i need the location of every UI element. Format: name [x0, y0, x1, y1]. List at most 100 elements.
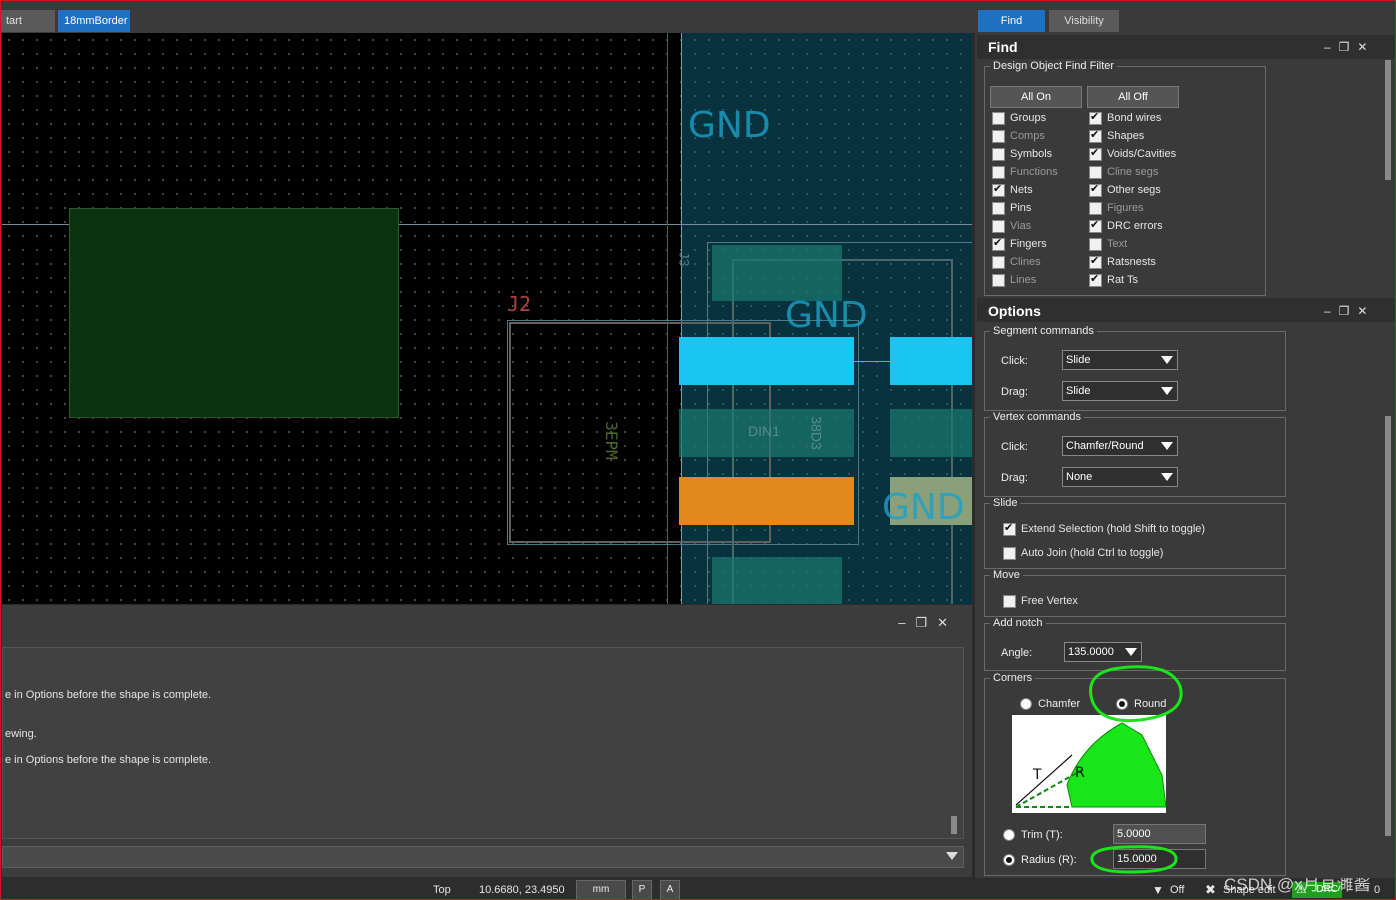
find-checkbox-fingers[interactable] — [992, 236, 1005, 251]
find-checkbox-text[interactable] — [1089, 238, 1102, 251]
pad[interactable] — [712, 245, 842, 301]
command-input[interactable] — [2, 846, 964, 868]
refdes-j3: J3 — [676, 251, 693, 267]
tab-18mmborder[interactable]: 18mmBorder — [58, 10, 130, 32]
find-checkbox-groups[interactable] — [992, 112, 1005, 125]
all-on-button[interactable]: All On — [990, 86, 1082, 108]
vertex-drag-value: None — [1066, 471, 1093, 483]
a-button[interactable]: A — [660, 880, 680, 900]
options-window-controls[interactable]: –❐✕ — [1324, 304, 1376, 318]
angle-select[interactable]: 135.0000 — [1064, 642, 1142, 662]
find-checkbox-functions[interactable] — [992, 166, 1005, 179]
find-checkbox-lines[interactable] — [992, 274, 1005, 287]
find-checkbox-label: Comps — [1010, 130, 1045, 142]
slide-group — [984, 503, 1286, 569]
find-checkbox-cline-segs[interactable] — [1089, 166, 1102, 179]
add-notch-title: Add notch — [990, 617, 1046, 629]
angle-label: Angle: — [1001, 647, 1033, 659]
design-canvas[interactable]: J2 3EPM J3 GND GND GND DIN1 38D3 — [2, 33, 972, 604]
find-checkbox-voids-cavities[interactable] — [1089, 146, 1102, 161]
vertex-drag-select[interactable]: None — [1062, 467, 1178, 487]
auto-join-checkbox[interactable] — [1003, 547, 1016, 560]
find-checkbox-label: Bond wires — [1107, 112, 1162, 124]
find-checkbox-label: Figures — [1107, 202, 1144, 214]
find-checkbox-label: Cline segs — [1107, 166, 1159, 178]
annotation-circle-radius — [1090, 845, 1178, 874]
find-checkbox-shapes[interactable] — [1089, 128, 1102, 143]
tab-visibility[interactable]: Visibility — [1049, 10, 1119, 32]
segment-drag-select[interactable]: Slide — [1062, 381, 1178, 401]
find-checkbox-comps[interactable] — [992, 130, 1005, 143]
find-checkbox-label: Functions — [1010, 166, 1058, 178]
console-line: e in Options before the shape is complet… — [5, 689, 212, 701]
find-checkbox-other-segs[interactable] — [1089, 182, 1102, 197]
vertex-click-select[interactable]: Chamfer/Round — [1062, 436, 1178, 456]
diagram-r-label: R — [1075, 765, 1085, 781]
refdes-j2: J2 — [507, 292, 532, 316]
find-checkbox-symbols[interactable] — [992, 148, 1005, 161]
pad-selected[interactable] — [890, 337, 972, 385]
tab-find[interactable]: Find — [978, 10, 1045, 32]
trim-label: Trim (T): — [1021, 829, 1063, 841]
trim-radio[interactable] — [1003, 829, 1015, 841]
find-checkbox-label: Shapes — [1107, 130, 1145, 142]
console-window-controls[interactable]: –❐✕ — [898, 615, 958, 631]
segment-click-label: Click: — [1001, 355, 1028, 367]
find-checkbox-label: Clines — [1010, 256, 1041, 268]
segment-click-select[interactable]: Slide — [1062, 350, 1178, 370]
find-checkbox-drc-errors[interactable] — [1089, 218, 1102, 233]
drc-count: 0 — [1374, 884, 1381, 896]
units-button[interactable]: mm — [576, 880, 626, 900]
find-scrollbar[interactable] — [1385, 60, 1391, 180]
tab-start-page[interactable]: tart Page — [0, 10, 55, 49]
find-checkbox-label: Fingers — [1010, 238, 1047, 250]
find-checkbox-figures[interactable] — [1089, 202, 1102, 215]
find-checkbox-pins[interactable] — [992, 202, 1005, 215]
trim-input[interactable]: 5.0000 — [1113, 824, 1206, 844]
vertex-click-value: Chamfer/Round — [1066, 440, 1144, 452]
find-window-controls[interactable]: –❐✕ — [1324, 40, 1376, 54]
p-button[interactable]: P — [632, 880, 652, 900]
free-vertex-checkbox[interactable] — [1003, 595, 1016, 608]
label-3epm: 3EPM — [601, 421, 621, 460]
filter-icon[interactable]: ▼ — [1152, 883, 1164, 897]
radius-radio[interactable] — [1003, 854, 1015, 866]
options-scrollbar[interactable] — [1385, 416, 1391, 836]
label-38d3: 38D3 — [808, 416, 825, 450]
slide-title: Slide — [990, 497, 1021, 509]
segment-click-value: Slide — [1066, 354, 1091, 366]
component-outline[interactable] — [69, 208, 399, 418]
free-vertex-label: Free Vertex — [1021, 595, 1078, 607]
pad[interactable] — [712, 557, 842, 604]
segment-drag-label: Drag: — [1001, 386, 1028, 398]
chamfer-radio[interactable] — [1020, 698, 1032, 710]
all-off-button[interactable]: All Off — [1087, 86, 1179, 108]
pad-highlighted[interactable] — [679, 477, 854, 525]
pad-selected[interactable] — [679, 337, 854, 385]
find-checkbox-nets[interactable] — [992, 182, 1005, 197]
extend-selection-label: Extend Selection (hold Shift to toggle) — [1021, 523, 1206, 535]
find-checkbox-rat-ts[interactable] — [1089, 272, 1102, 287]
pad[interactable] — [890, 409, 972, 457]
console-scrollbar[interactable] — [951, 816, 957, 834]
find-checkbox-vias[interactable] — [992, 220, 1005, 233]
console-line: e in Options before the shape is complet… — [5, 754, 212, 766]
corners-title: Corners — [990, 672, 1036, 684]
vertex-click-label: Click: — [1001, 441, 1028, 453]
diagram-t-label: T — [1033, 767, 1042, 783]
trace — [854, 361, 890, 362]
find-checkbox-label: DRC errors — [1107, 220, 1163, 232]
find-checkbox-ratsnests[interactable] — [1089, 254, 1102, 269]
console-line: ewing. — [5, 728, 37, 740]
move-title: Move — [990, 569, 1023, 581]
find-checkbox-label: Ratsnests — [1107, 256, 1156, 268]
chevron-down-icon — [1161, 442, 1173, 450]
command-history-dropdown-icon[interactable] — [946, 852, 958, 860]
find-checkbox-bond-wires[interactable] — [1089, 110, 1102, 125]
extend-selection-checkbox[interactable] — [1003, 521, 1016, 536]
find-checkbox-label: Symbols — [1010, 148, 1053, 160]
status-filter: Off — [1170, 884, 1185, 896]
segment-commands-title: Segment commands — [990, 325, 1097, 337]
find-checkbox-clines[interactable] — [992, 256, 1005, 269]
find-checkbox-label: Groups — [1010, 112, 1047, 124]
